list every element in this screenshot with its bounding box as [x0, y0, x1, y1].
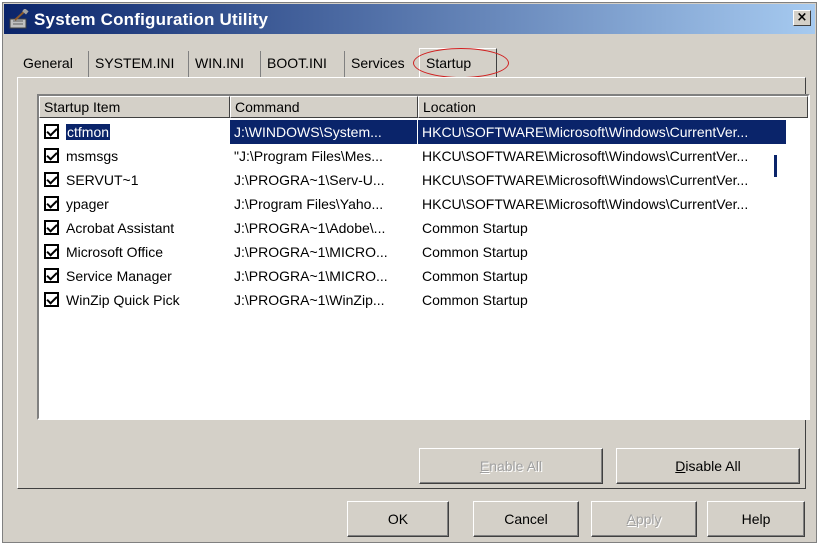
tab-label: BOOT.INI	[267, 55, 327, 71]
tab-system-ini[interactable]: SYSTEM.INI	[89, 51, 189, 77]
location-cell: Common Startup	[422, 268, 528, 284]
command-cell: J:\PROGRA~1\MICRO...	[234, 244, 388, 260]
column-header-location[interactable]: Location	[418, 96, 808, 118]
system-configuration-window: System Configuration Utility × General S…	[2, 2, 817, 543]
checkbox-checked-icon[interactable]	[44, 196, 59, 211]
column-header-command[interactable]: Command	[230, 96, 418, 118]
checkbox-checked-icon[interactable]	[44, 268, 59, 283]
disable-all-button[interactable]: Disable All	[616, 448, 800, 484]
checkbox-checked-icon[interactable]	[44, 244, 59, 259]
enable-all-mnemonic: E	[479, 458, 490, 474]
apply-mnemonic: A	[626, 511, 636, 527]
list-item[interactable]: Microsoft Office J:\PROGRA~1\MICRO... Comm…	[39, 240, 808, 264]
cancel-button[interactable]: Cancel	[473, 501, 579, 537]
location-cell: Common Startup	[422, 244, 528, 260]
tab-win-ini[interactable]: WIN.INI	[189, 51, 261, 77]
location-cell: HKCU\SOFTWARE\Microsoft\Windows\CurrentV…	[418, 120, 786, 144]
checkbox-checked-icon[interactable]	[44, 148, 59, 163]
list-item[interactable]: ctfmon J:\WINDOWS\System... HKCU\SOFTWARE\…	[39, 120, 808, 144]
startup-item-cell: SERVUT~1	[66, 172, 139, 188]
checkbox-checked-icon[interactable]	[44, 292, 59, 307]
startup-item-cell: Microsoft Office	[66, 244, 163, 260]
command-cell: J:\PROGRA~1\Adobe\...	[234, 220, 386, 236]
column-header-startup-item[interactable]: Startup Item	[39, 96, 230, 118]
checkbox-checked-icon[interactable]	[44, 172, 59, 187]
list-header: Startup Item Command Location	[39, 96, 808, 118]
startup-item-cell: ctfmon	[66, 124, 111, 140]
list-item[interactable]: Service Manager J:\PROGRA~1\MICRO... Commo…	[39, 264, 808, 288]
tab-label: WIN.INI	[195, 55, 244, 71]
list-item[interactable]: Acrobat Assistant J:\PROGRA~1\Adobe\... Co…	[39, 216, 808, 240]
disable-all-label: isable All	[685, 458, 741, 474]
tab-general[interactable]: General	[17, 51, 89, 77]
tab-startup[interactable]: Startup	[419, 48, 497, 78]
startup-panel: Startup Item Command Location ctfmon J:\W…	[17, 77, 810, 489]
location-cell: Common Startup	[422, 220, 528, 236]
list-item[interactable]: WinZip Quick Pick J:\PROGRA~1\WinZip... Co…	[39, 288, 808, 312]
tab-label: Services	[351, 55, 405, 71]
startup-items-list[interactable]: Startup Item Command Location ctfmon J:\W…	[37, 94, 810, 420]
command-cell: J:\PROGRA~1\Serv-U...	[234, 172, 385, 188]
startup-item-cell: msmsgs	[66, 148, 119, 164]
tab-label: Startup	[426, 55, 472, 71]
command-cell: "J:\Program Files\Mes...	[234, 148, 383, 164]
tab-boot-ini[interactable]: BOOT.INI	[261, 51, 345, 77]
msconfig-tools-icon	[9, 9, 29, 29]
startup-item-cell: Service Manager	[66, 268, 172, 284]
location-cell: Common Startup	[422, 292, 528, 308]
location-cell: HKCU\SOFTWARE\Microsoft\Windows\CurrentV…	[422, 148, 749, 164]
list-item[interactable]: msmsgs "J:\Program Files\Mes... HKCU\SOFTW…	[39, 144, 808, 168]
startup-item-cell: Acrobat Assistant	[66, 220, 175, 236]
help-button[interactable]: Help	[707, 501, 805, 537]
tab-services[interactable]: Services	[345, 51, 419, 77]
location-cell: HKCU\SOFTWARE\Microsoft\Windows\CurrentV…	[422, 196, 749, 212]
tab-label: General	[23, 55, 73, 71]
enable-all-button[interactable]: Enable All	[419, 448, 603, 484]
window-title: System Configuration Utility	[34, 10, 269, 29]
close-button[interactable]: ×	[793, 10, 811, 26]
command-cell: J:\PROGRA~1\MICRO...	[234, 268, 388, 284]
list-item[interactable]: SERVUT~1 J:\PROGRA~1\Serv-U... HKCU\SOFTWA…	[39, 168, 808, 192]
ok-button[interactable]: OK	[347, 501, 449, 537]
command-cell: J:\Program Files\Yaho...	[234, 196, 384, 212]
title-bar[interactable]: System Configuration Utility ×	[4, 4, 815, 34]
apply-button[interactable]: Apply	[591, 501, 697, 537]
command-cell: J:\WINDOWS\System...	[230, 120, 417, 144]
startup-item-cell: ypager	[66, 196, 109, 212]
text-cursor-mark	[774, 155, 777, 177]
disable-all-mnemonic: D	[675, 458, 686, 474]
enable-all-label: nable All	[489, 458, 543, 474]
list-item[interactable]: ypager J:\Program Files\Yaho... HKCU\SOFTW…	[39, 192, 808, 216]
apply-label: pply	[635, 511, 662, 527]
startup-item-cell: WinZip Quick Pick	[66, 292, 180, 308]
tab-label: SYSTEM.INI	[95, 55, 175, 71]
checkbox-checked-icon[interactable]	[44, 124, 59, 139]
command-cell: J:\PROGRA~1\WinZip...	[234, 292, 385, 308]
checkbox-checked-icon[interactable]	[44, 220, 59, 235]
close-icon: ×	[796, 10, 808, 25]
location-cell: HKCU\SOFTWARE\Microsoft\Windows\CurrentV…	[422, 172, 749, 188]
